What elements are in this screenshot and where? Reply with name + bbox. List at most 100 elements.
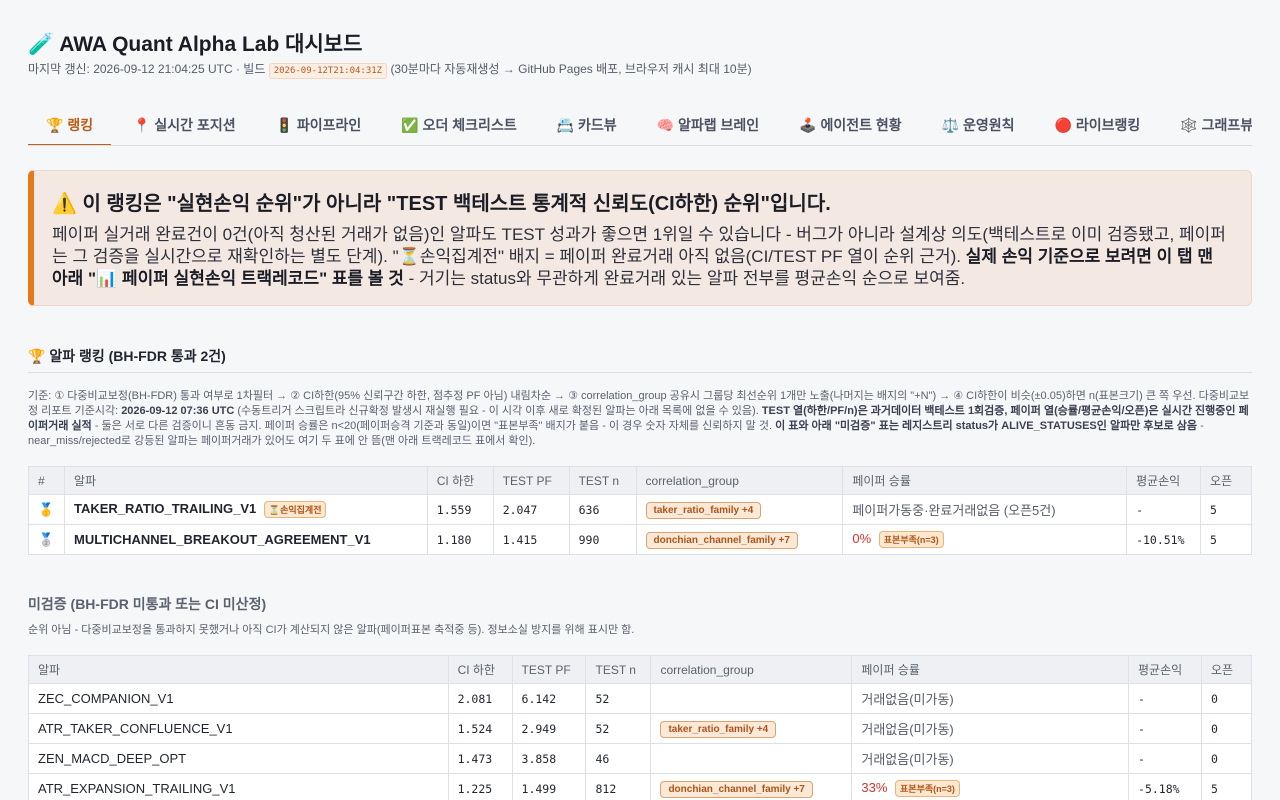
open-count: 5 <box>1200 524 1252 555</box>
correlation-group-pill: donchian_channel_family +7 <box>645 531 798 549</box>
test-pf: 2.949 <box>511 713 587 744</box>
test-pf: 1.415 <box>492 524 570 555</box>
note-part: (수동트리거 스크립트라 신규확정 발생시 재실행 필요 - 이 시각 이후 새… <box>234 405 762 417</box>
tab-order-checklist[interactable]: ✅ 오더 체크리스트 <box>383 103 534 145</box>
alpha-name: TAKER_RATIO_TRAILING_V1 ⏳손익집계전 <box>63 494 428 525</box>
sample-insufficient-badge: 표본부족(n=3) <box>895 780 960 798</box>
build-id-badge: 2026-09-12T21:04:31Z <box>268 63 388 79</box>
table-row[interactable]: ATR_TAKER_CONFLUENCE_V1 1.524 2.949 52 t… <box>28 713 1253 744</box>
table-row[interactable]: 🥈 MULTICHANNEL_BREAKOUT_AGREEMENT_V1 1.1… <box>28 524 1252 555</box>
tab-live-ranking[interactable]: 🔴 라이브랭킹 <box>1037 103 1159 145</box>
tab-live-positions[interactable]: 📍 실시간 포지션 <box>115 103 254 145</box>
unverified-note: 순위 아님 - 다중비교보정을 통과하지 못했거나 아직 CI가 계산되지 않은… <box>28 624 635 636</box>
test-pf: 6.142 <box>511 683 587 714</box>
correlation-group-pill: donchian_channel_family +7 <box>660 780 813 798</box>
col-test-n: TEST n <box>585 655 652 684</box>
ci-lower: 1.473 <box>447 743 513 774</box>
correlation-group: taker_ratio_family +4 <box>650 713 853 744</box>
last-updated-meta: 마지막 갱신: 2026-09-12 21:04:25 UTC · 빌드 202… <box>28 60 752 79</box>
test-n: 52 <box>585 713 652 744</box>
test-n: 46 <box>585 743 652 774</box>
alpha-name: ATR_TAKER_CONFLUENCE_V1 <box>28 713 449 744</box>
warning-title: ⚠️ 이 랭킹은 "실현손익 순위"가 아니라 "TEST 백테스트 통계적 신… <box>52 193 831 215</box>
ci-lower: 1.180 <box>426 524 494 555</box>
winrate-value: 33% <box>861 779 888 795</box>
ranking-criteria-note: 기준: ① 다중비교보정(BH-FDR) 통과 여부로 1차필터 → ② CI하… <box>28 389 1252 449</box>
test-pf: 3.858 <box>511 743 587 774</box>
open-count: 0 <box>1200 683 1253 714</box>
correlation-group: donchian_channel_family +7 <box>650 773 853 800</box>
test-n: 812 <box>585 773 652 800</box>
paper-winrate: 거래없음(미가동) <box>851 743 1130 774</box>
avg-pnl: - <box>1128 683 1202 714</box>
col-test-n: TEST n <box>568 466 637 495</box>
col-paper-winrate: 페이퍼 승률 <box>851 655 1130 684</box>
warning-body-2: - 거기는 status와 무관하게 완료거래 있는 알파 전부를 평균손익 순… <box>403 269 966 288</box>
avg-pnl: - <box>1128 713 1202 744</box>
pnl-pending-badge: ⏳손익집계전 <box>263 501 327 519</box>
winrate-value: 0% <box>852 530 872 546</box>
section-divider <box>28 372 1252 373</box>
avg-pnl: -10.51% <box>1126 524 1202 555</box>
tab-ranking[interactable]: 🏆 랭킹 <box>28 103 112 145</box>
avg-pnl: -5.18% <box>1128 773 1202 800</box>
note-part: - 둘은 서로 다른 검증이니 혼동 금지. 페이퍼 승률은 n<20(페이퍼승… <box>91 420 776 432</box>
tab-card-view[interactable]: 📇 카드뷰 <box>539 103 635 145</box>
meta-suffix: (30분마다 자동재생성 → GitHub Pages 배포, 브라우저 캐시 … <box>390 62 752 76</box>
col-ci-lower: CI 하한 <box>426 466 494 495</box>
test-n: 990 <box>568 524 637 555</box>
col-correlation-group: correlation_group <box>635 466 844 495</box>
paper-winrate: 거래없음(미가동) <box>851 683 1130 714</box>
alpha-name-text: TAKER_RATIO_TRAILING_V1 <box>73 500 257 516</box>
table-header-row: # 알파 CI 하한 TEST PF TEST n correlation_gr… <box>28 466 1252 495</box>
ci-lower: 1.559 <box>426 494 494 525</box>
avg-pnl: - <box>1126 494 1202 525</box>
table-row[interactable]: ATR_EXPANSION_TRAILING_V1 1.225 1.499 81… <box>28 773 1253 800</box>
correlation-group <box>650 743 853 774</box>
open-count: 5 <box>1200 773 1253 800</box>
open-count: 0 <box>1200 713 1253 744</box>
warning-body: 페이퍼 실거래 완료건이 0건(아직 청산된 거래가 없음)인 알파도 TEST… <box>52 224 1233 290</box>
test-pf: 2.047 <box>492 494 570 525</box>
ranking-section-title: 🏆 알파 랭킹 (BH-FDR 통과 2건) <box>28 348 226 364</box>
table-header-row: 알파 CI 하한 TEST PF TEST n correlation_grou… <box>28 655 1253 684</box>
alpha-ranking-table: # 알파 CI 하한 TEST PF TEST n correlation_gr… <box>28 466 1252 555</box>
col-paper-winrate: 페이퍼 승률 <box>842 466 1128 495</box>
col-test-pf: TEST PF <box>492 466 570 495</box>
col-open: 오픈 <box>1200 655 1253 684</box>
open-count: 0 <box>1200 743 1253 774</box>
correlation-group: taker_ratio_family +4 <box>635 494 844 525</box>
col-alpha: 알파 <box>28 655 449 684</box>
paper-winrate: 33% 표본부족(n=3) <box>851 773 1130 800</box>
col-test-pf: TEST PF <box>511 655 587 684</box>
tab-alphalab-brain[interactable]: 🧠 알파랩 브레인 <box>639 103 778 145</box>
meta-prefix: 마지막 갱신: 2026-09-12 21:04:25 UTC · 빌드 <box>28 62 266 76</box>
alpha-name: ZEN_MACD_DEEP_OPT <box>28 743 449 774</box>
col-open: 오픈 <box>1200 466 1252 495</box>
page-title: 🧪 AWA Quant Alpha Lab 대시보드 <box>28 33 363 56</box>
col-alpha: 알파 <box>63 466 428 495</box>
tab-operating-principles[interactable]: ⚖️ 운영원칙 <box>924 103 1033 145</box>
tab-agent-status[interactable]: 🕹️ 에이전트 현황 <box>781 103 920 145</box>
table-row[interactable]: 🥇 TAKER_RATIO_TRAILING_V1 ⏳손익집계전 1.559 2… <box>28 494 1252 525</box>
paper-winrate: 거래없음(미가동) <box>851 713 1130 744</box>
col-avg-pnl: 평균손익 <box>1128 655 1202 684</box>
open-count: 5 <box>1200 494 1252 525</box>
paper-winrate: 페이퍼가동중·완료거래없음 (오픈5건) <box>842 494 1128 525</box>
tab-graph-view[interactable]: 🕸️ 그래프뷰 <box>1162 103 1252 145</box>
unverified-section-title: 미검증 (BH-FDR 미통과 또는 CI 미산정) <box>28 596 267 612</box>
ci-lower: 1.524 <box>447 713 513 744</box>
table-row[interactable]: ZEN_MACD_DEEP_OPT 1.473 3.858 46 거래없음(미가… <box>28 743 1253 774</box>
ci-lower: 2.081 <box>447 683 513 714</box>
test-pf: 1.499 <box>511 773 587 800</box>
table-row[interactable]: ZEC_COMPANION_V1 2.081 6.142 52 거래없음(미가동… <box>28 683 1253 714</box>
ranking-warning-callout: ⚠️ 이 랭킹은 "실현손익 순위"가 아니라 "TEST 백테스트 통계적 신… <box>28 170 1252 306</box>
note-bold: 이 표와 아래 "미검증" 표는 레지스트리 status가 ALIVE_STA… <box>775 420 1198 432</box>
avg-pnl: - <box>1128 743 1202 774</box>
note-time: 2026-09-12 07:36 UTC <box>121 405 235 417</box>
unverified-alpha-table: 알파 CI 하한 TEST PF TEST n correlation_grou… <box>28 655 1253 800</box>
tab-pipeline[interactable]: 🚦 파이프라인 <box>258 103 380 145</box>
col-avg-pnl: 평균손익 <box>1126 466 1202 495</box>
correlation-group-pill: taker_ratio_family +4 <box>645 501 762 519</box>
tab-bar: 🏆 랭킹 📍 실시간 포지션 🚦 파이프라인 ✅ 오더 체크리스트 📇 카드뷰 … <box>28 103 1252 146</box>
